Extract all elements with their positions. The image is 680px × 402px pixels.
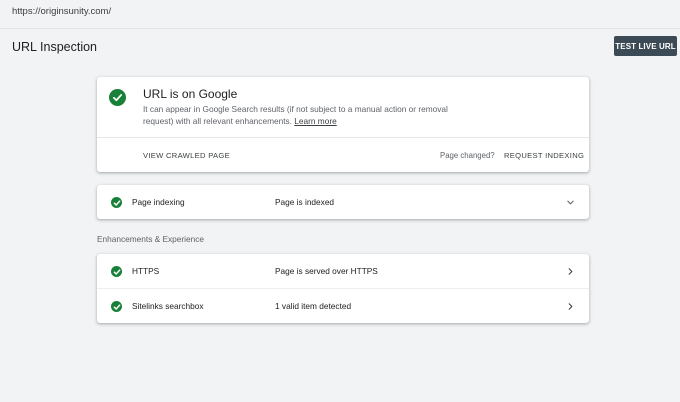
enhancement-row-https[interactable]: HTTPS Page is served over HTTPS <box>97 254 589 288</box>
chevron-right-icon[interactable] <box>565 266 575 276</box>
learn-more-link[interactable]: Learn more <box>294 116 336 126</box>
chevron-down-icon[interactable] <box>565 197 575 207</box>
status-title: URL is on Google <box>143 87 238 101</box>
divider <box>97 137 589 138</box>
view-crawled-page-button[interactable]: VIEW CRAWLED PAGE <box>143 151 230 160</box>
page-indexing-row[interactable]: Page indexing Page is indexed <box>97 185 589 219</box>
check-circle-icon <box>111 301 122 312</box>
url-status-card: URL is on Google It can appear in Google… <box>97 77 589 172</box>
row-label: Page indexing <box>132 197 185 207</box>
row-label: Sitelinks searchbox <box>132 301 204 311</box>
check-circle-icon <box>111 197 122 208</box>
page-changed-label: Page changed? <box>440 151 495 160</box>
row-value: Page is served over HTTPS <box>275 266 378 276</box>
check-circle-icon <box>111 266 122 277</box>
status-description: It can appear in Google Search results (… <box>143 104 453 127</box>
row-label: HTTPS <box>132 266 160 276</box>
enhancement-row-sitelinks[interactable]: Sitelinks searchbox 1 valid item detecte… <box>97 289 589 323</box>
page-title: URL Inspection <box>12 40 97 54</box>
check-circle-icon <box>109 89 126 106</box>
url-bar: https://originsunity.com/ <box>0 0 680 29</box>
test-live-url-button[interactable]: TEST LIVE URL <box>614 36 677 56</box>
section-heading: Enhancements & Experience <box>97 234 205 244</box>
request-indexing-button[interactable]: REQUEST INDEXING <box>504 151 584 160</box>
enhancements-card: HTTPS Page is served over HTTPS Sitelink… <box>97 254 589 323</box>
chevron-right-icon[interactable] <box>565 301 575 311</box>
page-url: https://originsunity.com/ <box>12 6 112 17</box>
row-value: 1 valid item detected <box>275 301 352 311</box>
row-value: Page is indexed <box>275 197 335 207</box>
